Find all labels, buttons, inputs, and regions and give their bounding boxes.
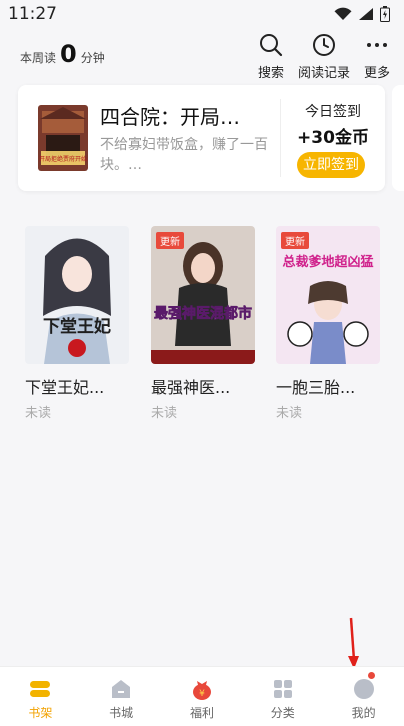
read-prefix: 本周读 bbox=[20, 51, 57, 65]
update-badge: 更新 bbox=[156, 232, 184, 249]
search-icon bbox=[259, 34, 283, 57]
status-time: 11:27 bbox=[8, 4, 57, 24]
sign-in-reward: +30金币 bbox=[297, 128, 369, 148]
reading-history-button[interactable]: 阅读记录 bbox=[298, 32, 350, 81]
sign-in-button[interactable]: 立即签到 bbox=[297, 152, 365, 178]
recommended-cover-art: 开局拒绝贾府开始 bbox=[38, 105, 88, 171]
more-button[interactable]: 更多 bbox=[364, 32, 390, 81]
status-icons bbox=[334, 6, 390, 22]
profile-icon bbox=[353, 679, 374, 699]
tab-label: 福利 bbox=[189, 706, 214, 720]
book-cover[interactable]: 下堂王妃 bbox=[25, 226, 129, 364]
read-minutes: 0 bbox=[60, 40, 77, 68]
recommended-book-description: 不给寡妇带饭盒，赚了一百块。… bbox=[100, 137, 268, 173]
tab-label: 我的 bbox=[351, 706, 376, 720]
tab-category[interactable]: 分类 bbox=[243, 667, 323, 726]
tab-label: 书架 bbox=[28, 706, 53, 720]
weekly-read-time: 本周读 0 分钟 bbox=[20, 40, 105, 68]
sign-in-label: 今日签到 bbox=[305, 104, 361, 120]
tab-bookstore[interactable]: 书城 bbox=[81, 667, 161, 726]
bottom-tab-bar: 书架 书城 ¥ 福利 分类 我的 bbox=[0, 666, 404, 726]
header: 本周读 0 分钟 搜索 阅读记录 更多 bbox=[0, 30, 404, 82]
tab-welfare[interactable]: ¥ 福利 bbox=[162, 667, 242, 726]
header-actions: 搜索 阅读记录 更多 bbox=[258, 32, 390, 81]
tab-profile[interactable]: 我的 bbox=[324, 667, 404, 726]
battery-icon bbox=[380, 6, 390, 22]
book-status: 未读 bbox=[276, 406, 303, 421]
book-title[interactable]: 一胞三胎... bbox=[276, 374, 380, 398]
book-cover-text: 最强神医混都市 bbox=[154, 305, 252, 322]
book-cover-art: 下堂王妃 bbox=[25, 226, 129, 364]
update-badge: 更新 bbox=[281, 232, 309, 249]
clock-icon bbox=[312, 34, 335, 56]
sign-in-card: 开局拒绝贾府开始 四合院：开局… 不给寡妇带饭盒，赚了一百块。… 今日签到 +3… bbox=[18, 85, 385, 191]
notification-dot bbox=[367, 672, 375, 679]
book-cover-text: 总裁爹地超凶猛 bbox=[282, 254, 373, 270]
recommended-cover-text: 开局拒绝贾府开始 bbox=[39, 155, 87, 163]
category-icon bbox=[273, 680, 292, 698]
more-icon bbox=[366, 43, 387, 47]
recommended-book-cover[interactable]: 开局拒绝贾府开始 bbox=[38, 105, 88, 171]
status-bar: 11:27 bbox=[0, 0, 404, 28]
search-button[interactable]: 搜索 bbox=[258, 32, 284, 81]
arrow-annotation bbox=[348, 617, 359, 669]
next-card-peek bbox=[392, 85, 404, 191]
shelf-book[interactable]: 总裁爹地超凶猛 更新 一胞三胎... 未读 bbox=[276, 226, 380, 421]
book-cover-text: 下堂王妃 bbox=[43, 316, 111, 337]
gift-icon: ¥ bbox=[192, 681, 211, 700]
book-title[interactable]: 下堂王妃... bbox=[25, 374, 129, 398]
book-title[interactable]: 最强神医... bbox=[151, 374, 255, 398]
book-cover[interactable]: 总裁爹地超凶猛 更新 bbox=[276, 226, 380, 364]
search-label: 搜索 bbox=[257, 66, 284, 81]
wifi-icon bbox=[334, 7, 352, 21]
book-status: 未读 bbox=[25, 406, 52, 421]
bookstore-icon bbox=[112, 680, 131, 698]
svg-text:¥: ¥ bbox=[199, 689, 205, 699]
tab-label: 分类 bbox=[270, 706, 295, 720]
shelf-book[interactable]: 下堂王妃 下堂王妃... 未读 bbox=[25, 226, 129, 421]
more-label: 更多 bbox=[363, 66, 390, 81]
book-cover[interactable]: 最强神医混都市 更新 bbox=[151, 226, 255, 364]
bookshelf-icon bbox=[30, 681, 51, 697]
reading-history-label: 阅读记录 bbox=[297, 66, 350, 81]
tab-label: 书城 bbox=[109, 706, 134, 720]
book-status: 未读 bbox=[151, 406, 178, 421]
shelf-book[interactable]: 最强神医混都市 更新 最强神医... 未读 bbox=[151, 226, 255, 421]
read-suffix: 分钟 bbox=[80, 51, 105, 65]
tab-bookshelf[interactable]: 书架 bbox=[0, 667, 80, 726]
signal-icon bbox=[359, 8, 373, 20]
recommended-book-title[interactable]: 四合院：开局… bbox=[100, 101, 275, 130]
